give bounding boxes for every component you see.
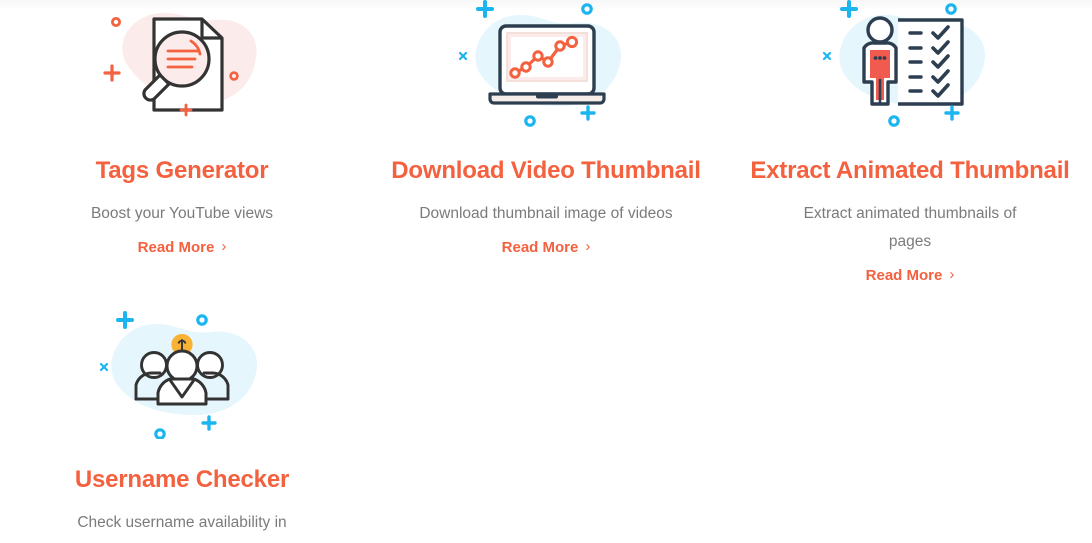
deco-circle (888, 115, 900, 127)
feature-card-username-checker[interactable]: Username Checker Check username availabi… (0, 309, 364, 543)
deco-circle (110, 16, 121, 27)
deco-plus (103, 64, 121, 82)
feature-card-download-video-thumbnail[interactable]: Download Video Thumbnail Download thumbn… (364, 0, 728, 285)
card-description: Extract animated thumbnails of pages (803, 205, 1017, 250)
deco-plus (944, 105, 960, 121)
deco-x (99, 362, 109, 372)
chevron-right-icon: › (585, 238, 591, 255)
read-more-label: Read More (501, 239, 579, 256)
person-checklist-icon (820, 0, 1000, 130)
deco-plus (201, 415, 217, 431)
feature-card-tags-generator[interactable]: Tags Generator Boost your YouTube views … (0, 0, 364, 285)
chevron-right-icon: › (949, 266, 955, 283)
read-more-label: Read More (865, 267, 943, 284)
card-title: Username Checker (74, 466, 290, 493)
card-title: Extract Animated Thumbnail (750, 157, 1070, 184)
document-search-icon (92, 0, 272, 130)
read-more-link[interactable]: Read More › (866, 267, 955, 284)
deco-plus (116, 311, 134, 329)
deco-circle (524, 115, 536, 127)
card-description: Boost your YouTube views (90, 205, 274, 222)
features-page: Tags Generator Boost your YouTube views … (0, 0, 1092, 543)
deco-circle (196, 314, 208, 326)
card-description: Check username availability in YouTube (77, 514, 287, 543)
feature-card-extract-animated-thumbnail[interactable]: Extract Animated Thumbnail Extract anima… (728, 0, 1092, 285)
read-more-link[interactable]: Read More › (502, 239, 591, 256)
deco-x (822, 51, 832, 61)
card-title: Tags Generator (95, 157, 269, 184)
deco-x (458, 51, 468, 61)
read-more-label: Read More (137, 239, 215, 256)
deco-plus (840, 0, 858, 18)
card-title: Download Video Thumbnail (391, 157, 701, 184)
deco-circle (581, 3, 593, 15)
deco-circle (945, 3, 957, 15)
card-description: Download thumbnail image of videos (419, 205, 673, 222)
deco-plus (476, 0, 494, 18)
deco-circle (154, 428, 166, 439)
user-group-idea-icon (92, 309, 272, 439)
chevron-right-icon: › (221, 238, 227, 255)
laptop-chart-icon (456, 0, 636, 130)
feature-card-grid: Tags Generator Boost your YouTube views … (0, 0, 1092, 543)
read-more-link[interactable]: Read More › (138, 239, 227, 256)
deco-plus (580, 105, 596, 121)
